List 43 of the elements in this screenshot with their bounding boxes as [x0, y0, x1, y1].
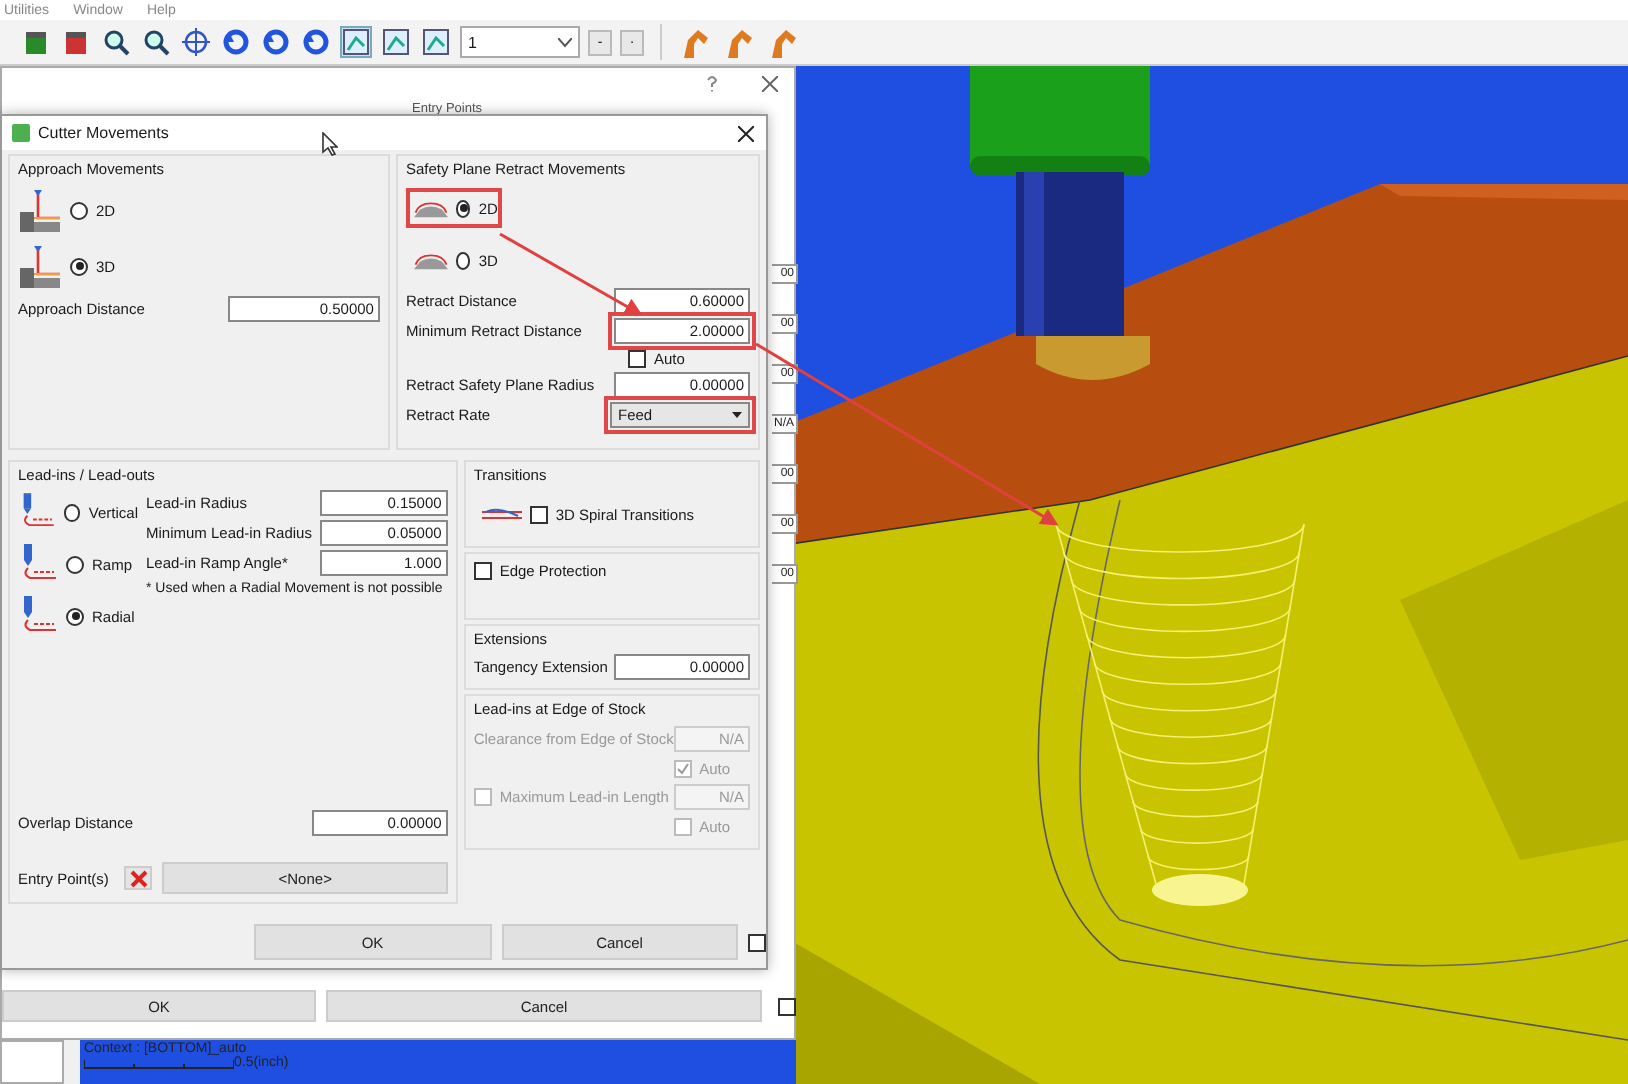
radio-button[interactable] — [66, 607, 84, 625]
view-icon[interactable] — [420, 26, 452, 58]
cross-icon — [129, 869, 148, 887]
radio-button[interactable] — [455, 251, 471, 269]
rotate-icon[interactable] — [220, 26, 252, 58]
view-icon[interactable] — [380, 26, 412, 58]
approach-path-icon — [18, 188, 62, 232]
approach-path-icon — [18, 244, 62, 288]
rotate-icon[interactable] — [300, 26, 332, 58]
radio-button[interactable] — [70, 257, 88, 275]
robot-arm-icon[interactable] — [678, 24, 714, 60]
window-title: Cutter Movements — [38, 124, 169, 142]
zoom-icon[interactable] — [100, 26, 132, 58]
clear-button[interactable] — [124, 866, 153, 890]
help-icon[interactable] — [706, 76, 718, 92]
folder-icon[interactable] — [60, 26, 92, 58]
spiral-path-icon — [481, 506, 522, 522]
checkbox[interactable] — [473, 561, 492, 579]
radio-button[interactable] — [66, 555, 84, 573]
checkbox[interactable] — [748, 933, 766, 951]
target-icon[interactable] — [180, 26, 212, 58]
lead-in-path-icon — [18, 596, 58, 636]
folder-icon[interactable] — [20, 26, 52, 58]
retract-path-icon — [413, 248, 448, 272]
radio-button[interactable] — [63, 503, 81, 521]
retract-path-icon — [413, 196, 448, 220]
layer-dropdown[interactable]: 1 — [460, 26, 580, 58]
radio-button[interactable] — [70, 201, 88, 219]
robot-arm-icon[interactable] — [722, 24, 758, 60]
radio-button[interactable] — [455, 199, 471, 217]
caret-icon — [732, 412, 742, 418]
robot-arm-icon[interactable] — [766, 24, 802, 60]
zoom-icon[interactable] — [140, 26, 172, 58]
checkbox[interactable] — [529, 505, 548, 523]
view-icon[interactable] — [340, 26, 372, 58]
chevron-down-icon — [558, 37, 572, 47]
lead-in-path-icon — [18, 492, 56, 532]
lead-in-path-icon — [18, 544, 58, 584]
rotate-icon[interactable] — [260, 26, 292, 58]
app-logo-icon — [12, 124, 30, 142]
scale-bar-icon — [84, 1058, 234, 1070]
checkbox[interactable] — [778, 997, 796, 1015]
close-icon[interactable] — [738, 125, 754, 141]
